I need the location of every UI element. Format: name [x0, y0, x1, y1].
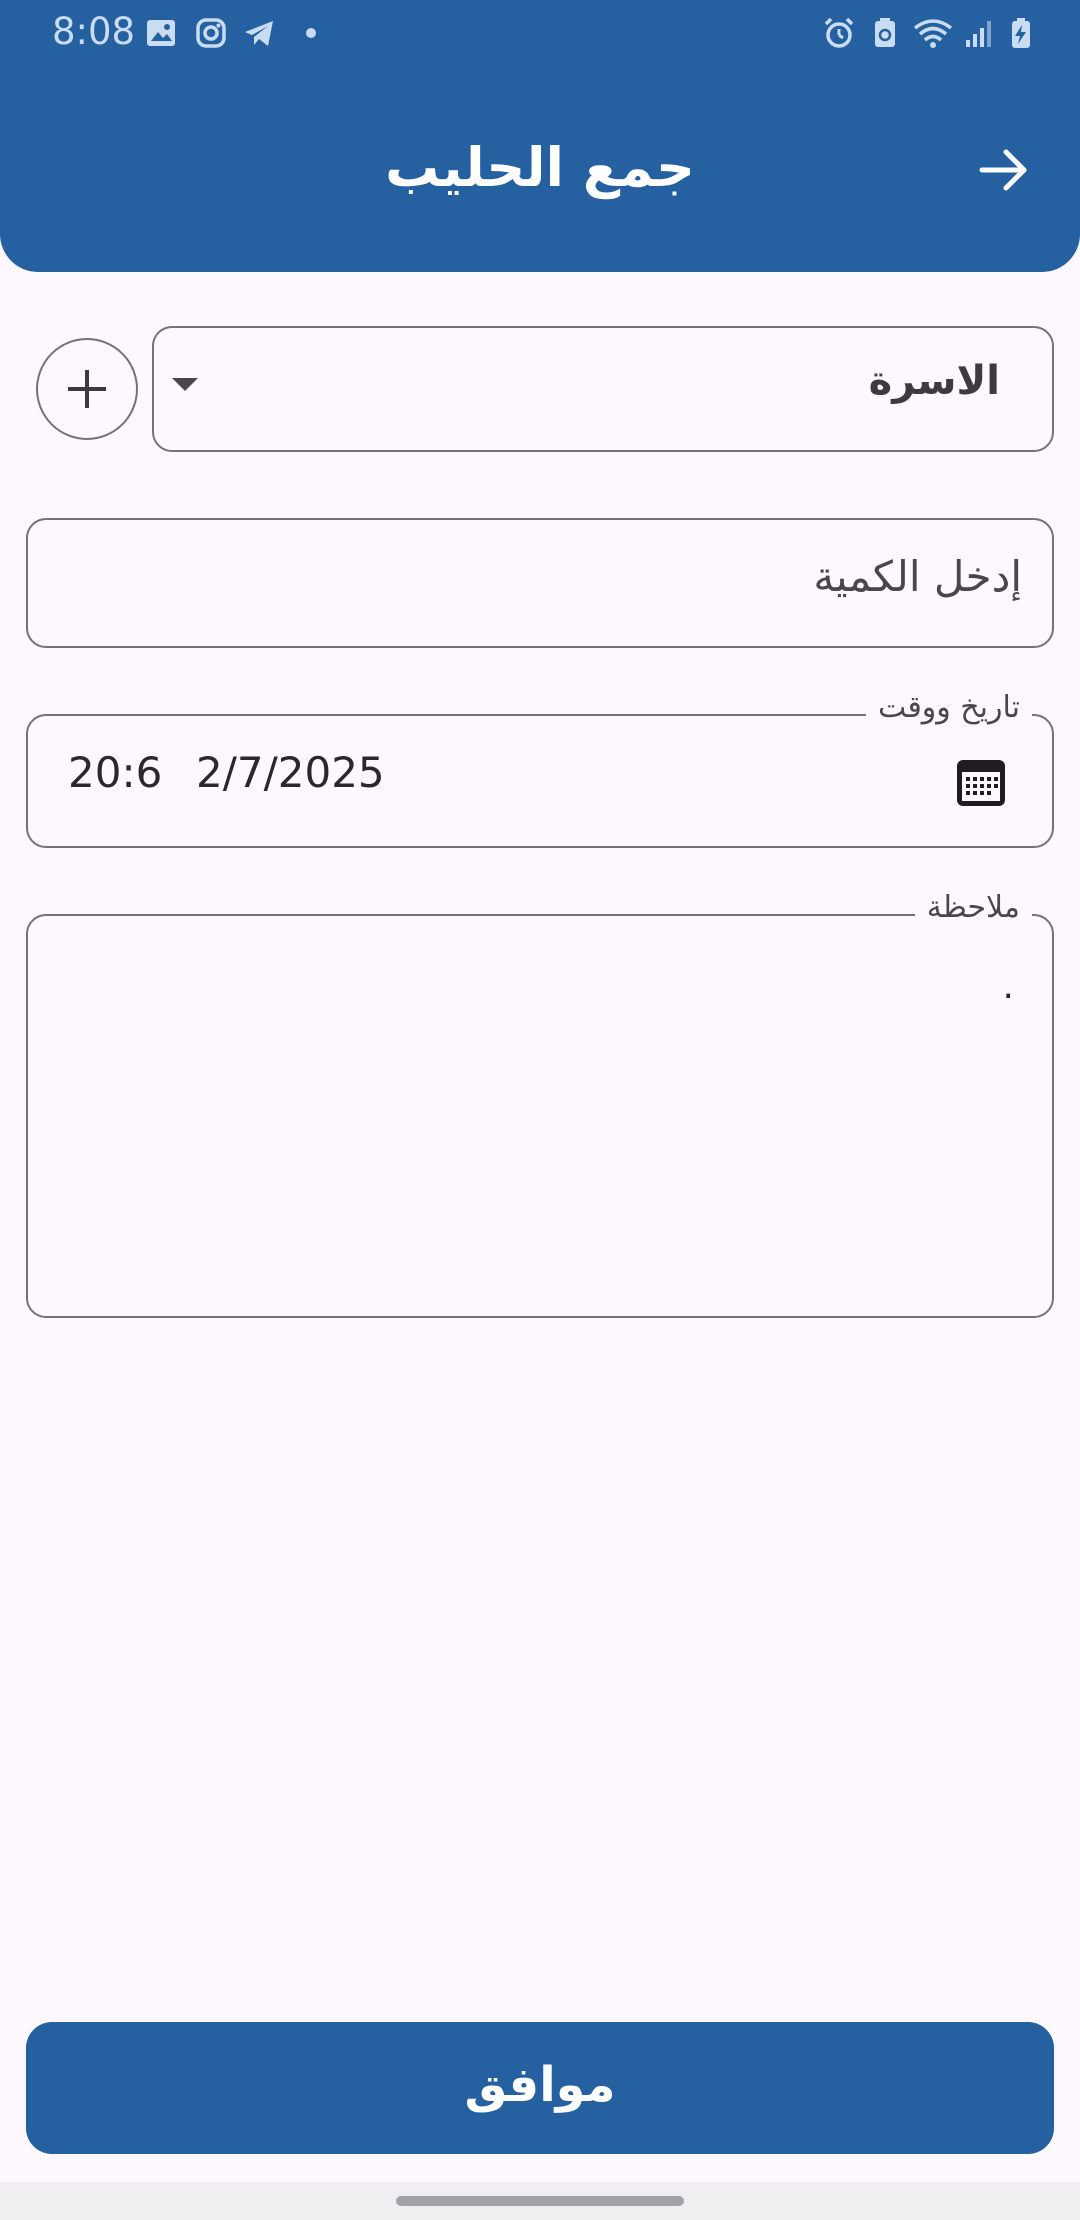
app-bar: 8:08 جمع الحليب: [0, 0, 1080, 272]
family-dropdown[interactable]: الاسرة: [152, 326, 1054, 452]
signal-icon: [966, 21, 991, 47]
dot-icon: [306, 28, 316, 38]
add-family-button[interactable]: [36, 338, 138, 440]
quantity-placeholder: إدخل الكمية: [813, 552, 1022, 601]
confirm-button[interactable]: موافق: [26, 2022, 1054, 2154]
time-value: 20:6: [68, 748, 163, 797]
datetime-field[interactable]: تاريخ ووقت 20:6 2/7/2025: [26, 690, 1054, 848]
arrow-right-icon[interactable]: [976, 142, 1032, 198]
chevron-down-icon: [172, 378, 198, 391]
family-dropdown-value: الاسرة: [868, 358, 1000, 404]
status-bar: 8:08: [0, 0, 1080, 66]
note-value: .: [1002, 966, 1014, 1007]
milk-collection-screen: 8:08 جمع الحليب الاسرة إدخل الكمية تاريخ…: [0, 0, 1080, 2220]
navigation-bar: [0, 2182, 1080, 2220]
page-title: جمع الحليب: [385, 136, 695, 199]
note-textarea[interactable]: ملاحظة .: [26, 890, 1054, 1318]
gallery-icon: [147, 20, 175, 46]
recycle-icon: [875, 18, 895, 47]
calendar-icon[interactable]: [954, 756, 1008, 810]
instagram-icon: [196, 18, 226, 48]
battery-charging-icon: [1012, 18, 1030, 48]
home-gesture-handle[interactable]: [396, 2196, 684, 2206]
datetime-label: تاريخ ووقت: [865, 690, 1032, 725]
alarm-icon: [824, 17, 854, 48]
date-value: 2/7/2025: [196, 748, 385, 797]
note-label: ملاحظة: [914, 890, 1032, 925]
quantity-input[interactable]: إدخل الكمية: [26, 518, 1054, 648]
telegram-icon: [245, 21, 273, 46]
wifi-icon: [913, 19, 953, 48]
plus-icon: [68, 370, 106, 408]
status-time: 8:08: [52, 10, 136, 53]
